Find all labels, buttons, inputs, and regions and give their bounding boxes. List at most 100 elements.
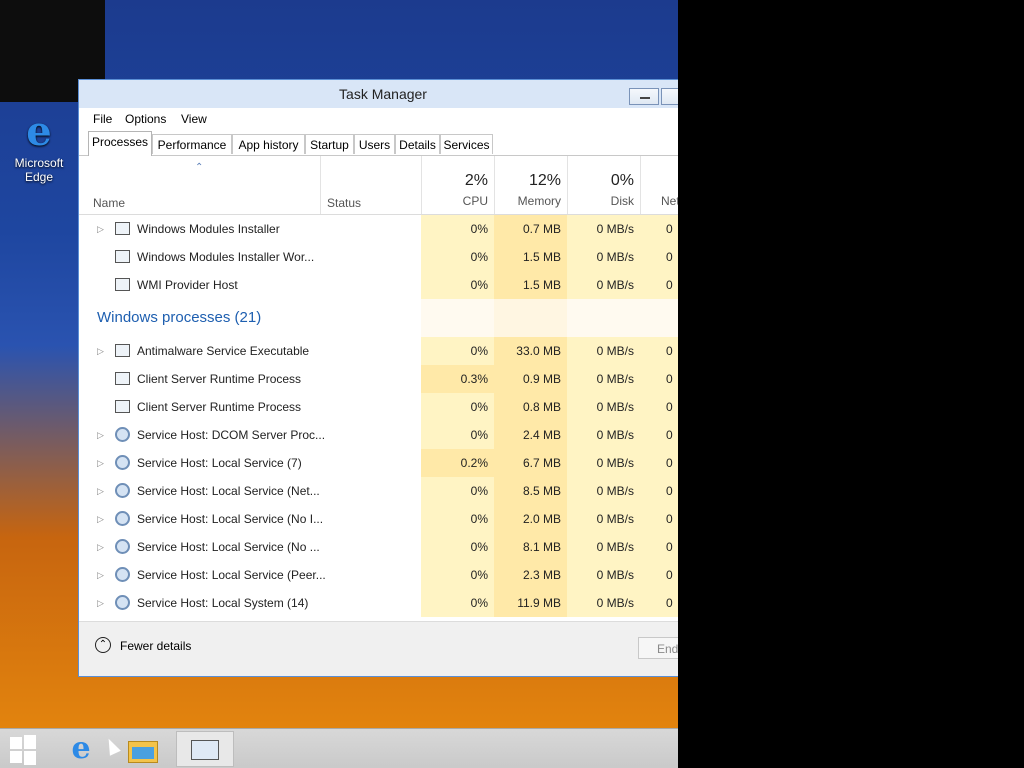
col-network[interactable]: 0% Net (640, 156, 678, 214)
gear-icon (115, 539, 130, 554)
ie-taskbar-icon[interactable]: e (62, 731, 100, 767)
table-row[interactable]: ▷ Antimalware Service Executable 0% 33.0 MB… (79, 337, 678, 386)
disk-value: 0 MB/s (567, 421, 640, 449)
process-list: ▷ Windows Modules Installer 0% 0.7 MB 0 MB/s… (79, 215, 678, 621)
disk-value: 0 MB/s (567, 393, 640, 421)
desktop-icon-edge[interactable]: e Microsoft Edge (6, 108, 72, 184)
table-row[interactable]: ▷ Service Host: Local Service (No I... 0% 2… (79, 505, 678, 554)
memory-value: 0.8 MB (494, 393, 567, 421)
memory-value: 2.3 MB (494, 561, 567, 589)
col-memory[interactable]: 12% Memory (494, 156, 567, 214)
desktop-icon-label-1: Microsoft (14, 156, 64, 170)
task-manager-taskbar-icon[interactable] (176, 731, 234, 767)
process-window-icon (115, 222, 130, 235)
process-window-icon (115, 344, 130, 357)
disk-value: 0 MB/s (567, 271, 640, 299)
table-row[interactable]: ▷ Service Host: Local Service (7) 0.2% 6.7 … (79, 449, 678, 498)
network-value: 0 M (640, 337, 678, 386)
expand-arrow-icon[interactable]: ▷ (97, 505, 104, 533)
col-name[interactable]: Name (93, 196, 125, 210)
process-name: Service Host: DCOM Server Proc... (137, 428, 326, 442)
taskbar: e (0, 728, 678, 768)
network-value: 0 M (640, 243, 678, 292)
tab-processes[interactable]: Processes (88, 131, 152, 156)
memory-value: 33.0 MB (494, 337, 567, 365)
process-name: Service Host: Local Service (No I... (137, 512, 324, 526)
process-name: Service Host: Local Service (No ... (137, 540, 320, 554)
network-value: 0 M (640, 215, 678, 264)
memory-value: 11.9 MB (494, 589, 567, 617)
menu-options[interactable]: Options (125, 112, 166, 126)
process-name: Service Host: Local Service (Peer... (137, 568, 326, 582)
expand-arrow-icon[interactable]: ▷ (97, 477, 104, 505)
end-task-button[interactable]: End (638, 637, 678, 659)
tab-services[interactable]: Services (440, 134, 493, 154)
desktop-icon-label-2: Edge (24, 170, 54, 184)
start-button[interactable] (10, 735, 40, 765)
memory-value: 6.7 MB (494, 449, 567, 477)
memory-value: 8.5 MB (494, 477, 567, 505)
tab-users[interactable]: Users (354, 134, 395, 154)
tab-strip: Processes Performance App history Startu… (79, 131, 678, 156)
disk-value: 0 MB/s (567, 561, 640, 589)
gear-icon (115, 511, 130, 526)
col-disk[interactable]: 0% Disk (567, 156, 640, 214)
table-row[interactable]: ▷ Windows Modules Installer 0% 0.7 MB 0 MB/s… (79, 215, 678, 264)
process-window-icon (115, 372, 130, 385)
table-row[interactable]: Client Server Runtime Process 0% 0.8 MB 0 M… (79, 393, 678, 442)
minimize-button[interactable] (629, 88, 659, 105)
expand-arrow-icon[interactable]: ▷ (97, 421, 104, 449)
network-value: 0 M (640, 589, 678, 617)
disk-value: 0 MB/s (567, 243, 640, 271)
disk-value: 0 MB/s (567, 365, 640, 393)
table-row[interactable]: Windows Modules Installer Wor... 0% 1.5 MB… (79, 243, 678, 292)
cpu-label: CPU (462, 194, 488, 208)
cpu-value: 0% (421, 393, 494, 421)
memory-value: 2.0 MB (494, 505, 567, 533)
cpu-value: 0% (421, 589, 494, 617)
network-value: 0 M (640, 477, 678, 526)
col-status-box[interactable]: Status (320, 156, 421, 214)
disk-value: 0 MB/s (567, 215, 640, 243)
expand-arrow-icon[interactable]: ▷ (97, 337, 104, 365)
process-window-icon (115, 278, 130, 291)
gear-icon (115, 567, 130, 582)
fewer-details-link[interactable]: Fewer details (120, 639, 191, 653)
table-row[interactable]: Client Server Runtime Process 0.3% 0.9 MB 0… (79, 365, 678, 414)
expand-arrow-icon[interactable]: ▷ (97, 449, 104, 477)
black-side-area (678, 0, 1024, 768)
tab-startup[interactable]: Startup (305, 134, 354, 154)
tab-app-history[interactable]: App history (232, 134, 305, 154)
menu-view[interactable]: View (181, 112, 207, 126)
table-row[interactable]: WMI Provider Host 0%1.5 MB0 MB/s0 M (79, 271, 678, 320)
file-explorer-icon[interactable] (126, 731, 160, 767)
expand-arrow-icon[interactable]: ▷ (97, 533, 104, 561)
table-row[interactable]: ▷ Service Host: DCOM Server Proc... 0% 2.4 … (79, 421, 678, 470)
menu-file[interactable]: File (93, 112, 112, 126)
expand-arrow-icon[interactable]: ▷ (97, 215, 104, 243)
chevron-up-icon[interactable]: ⌃ (95, 637, 111, 653)
col-status: Status (327, 196, 362, 210)
network-value: 0 M (640, 505, 678, 554)
table-row[interactable]: ▷ Service Host: Local Service (Peer... 0% 2… (79, 561, 678, 610)
table-row[interactable]: ▷ Service Host: Local System (14) 0% 11.9 M… (79, 589, 678, 617)
tab-performance[interactable]: Performance (152, 134, 232, 154)
process-name: WMI Provider Host (137, 278, 238, 292)
table-row[interactable]: ▷ Service Host: Local Service (Net... 0% 8.… (79, 477, 678, 526)
windows-logo-icon (10, 737, 22, 749)
expand-arrow-icon[interactable]: ▷ (97, 561, 104, 589)
cpu-total: 2% (464, 172, 488, 189)
memory-value: 8.1 MB (494, 533, 567, 561)
table-row[interactable]: ▷ Service Host: Local Service (No ... 0% 8.… (79, 533, 678, 582)
gear-icon (115, 455, 130, 470)
network-label: Net (661, 194, 678, 208)
gear-icon (115, 483, 130, 498)
expand-arrow-icon[interactable]: ▷ (97, 589, 104, 617)
memory-total: 12% (528, 172, 561, 189)
tab-details[interactable]: Details (395, 134, 440, 154)
memory-value: 1.5 MB (494, 271, 567, 299)
cpu-value: 0.3% (421, 365, 494, 393)
title-bar[interactable]: Task Manager (79, 80, 678, 108)
col-cpu[interactable]: 2% CPU (421, 156, 494, 214)
maximize-button[interactable] (661, 88, 678, 105)
